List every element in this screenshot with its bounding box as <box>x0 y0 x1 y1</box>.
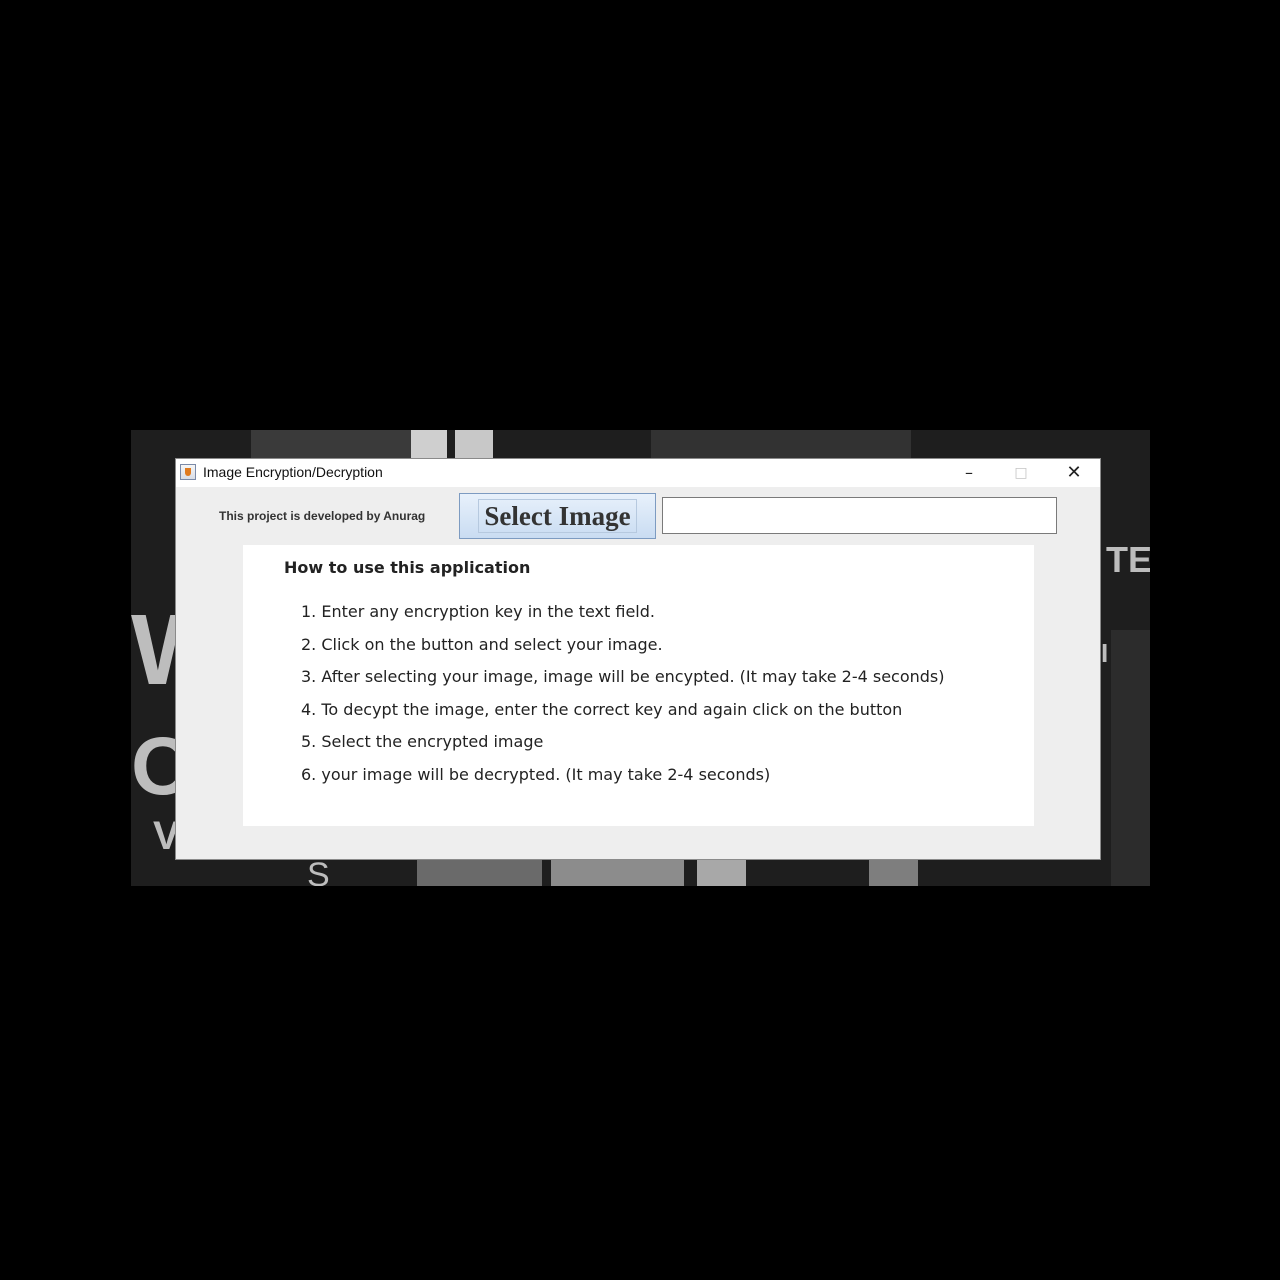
wallpaper-block <box>697 860 746 886</box>
instruction-step: 5. Select the encrypted image <box>301 732 544 752</box>
instructions-list: 1. Enter any encryption key in the text … <box>301 602 945 798</box>
maximize-button[interactable]: □ <box>995 459 1047 487</box>
instruction-step: 1. Enter any encryption key in the text … <box>301 602 655 621</box>
instructions-heading: How to use this application <box>284 558 531 577</box>
wallpaper-block <box>869 860 918 886</box>
wallpaper-letter: S <box>307 856 330 886</box>
close-button[interactable]: ✕ <box>1048 459 1100 487</box>
wallpaper-block <box>455 430 493 458</box>
wallpaper-block <box>251 430 411 458</box>
instruction-step: 6. your image will be decrypted. (It may… <box>301 764 771 784</box>
instructions-panel: How to use this application 1. Enter any… <box>243 545 1034 826</box>
title-bar[interactable]: Image Encryption/Decryption – □ ✕ <box>176 459 1100 487</box>
minimize-button[interactable]: – <box>943 459 995 487</box>
app-window: Image Encryption/Decryption – □ ✕ This p… <box>175 458 1101 860</box>
instruction-step: 2. Click on the button and select your i… <box>301 634 663 654</box>
java-cup-icon <box>180 464 196 480</box>
encryption-key-field[interactable] <box>662 497 1057 534</box>
wallpaper-letter: TE <box>1106 539 1150 580</box>
window-title: Image Encryption/Decryption <box>203 464 383 480</box>
select-image-button[interactable]: Select Image <box>459 493 656 539</box>
instruction-step: 3. After selecting your image, image wil… <box>301 667 945 687</box>
select-image-button-label: Select Image <box>478 499 637 533</box>
wallpaper-block <box>409 430 447 458</box>
wallpaper-block <box>651 430 911 458</box>
instruction-step: 4. To decypt the image, enter the correc… <box>301 699 903 719</box>
wallpaper-block <box>551 860 684 886</box>
wallpaper-block <box>417 860 542 886</box>
wallpaper-letter: I <box>1101 638 1109 668</box>
developer-credit-label: This project is developed by Anurag <box>219 509 426 523</box>
wallpaper-block <box>1111 630 1150 886</box>
